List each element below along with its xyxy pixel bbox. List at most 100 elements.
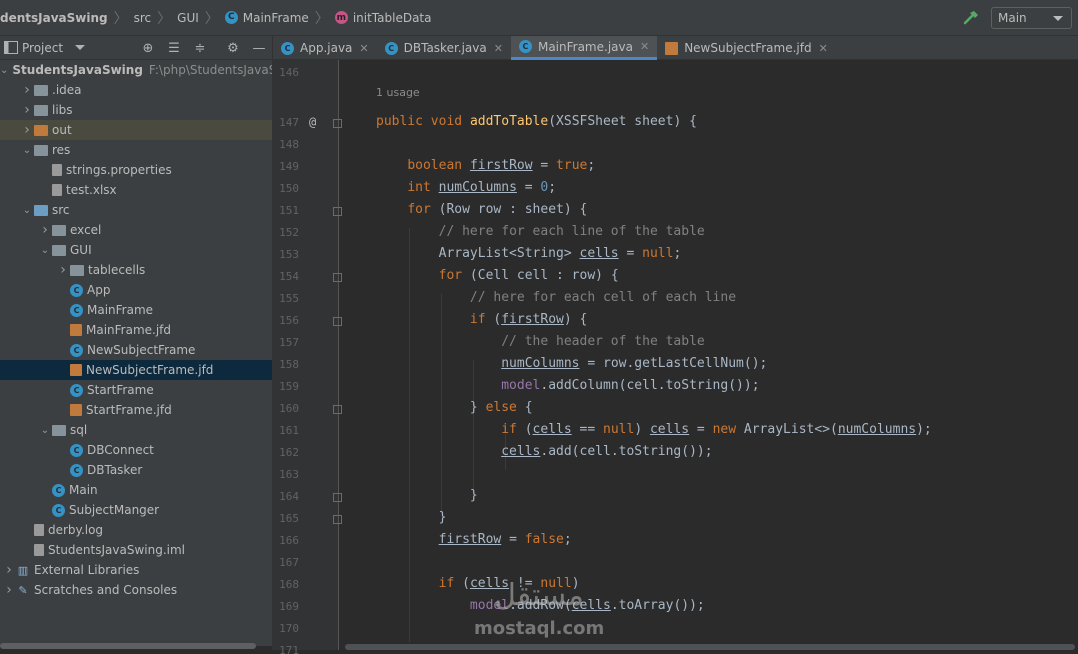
project-tree-scrollbar[interactable]: [0, 643, 256, 649]
tree-item-label: out: [52, 123, 72, 137]
tree-item[interactable]: C Main: [0, 480, 272, 500]
code-line[interactable]: for (Row row : sheet) {: [376, 202, 587, 217]
tree-item[interactable]: › libs: [0, 100, 272, 120]
tree-item[interactable]: MainFrame.jfd: [0, 320, 272, 340]
class-icon: C: [70, 303, 83, 317]
project-tree[interactable]: ⌄ StudentsJavaSwing F:\php\StudentsJavaSwi…: [0, 60, 272, 646]
tree-item[interactable]: › ✎ Scratches and Consoles: [0, 580, 272, 600]
code-line[interactable]: // here for each cell of each line: [376, 290, 736, 305]
chevron-down-icon[interactable]: ⌄: [20, 205, 34, 216]
code-line[interactable]: cells.add(cell.toString());: [376, 444, 712, 459]
code-line[interactable]: } else {: [376, 400, 533, 415]
fold-marker-icon[interactable]: [333, 493, 342, 502]
close-icon[interactable]: ✕: [494, 42, 503, 55]
fold-marker-icon[interactable]: [333, 119, 342, 128]
fold-marker-icon[interactable]: [333, 515, 342, 524]
editor-tab[interactable]: C App.java ✕: [273, 36, 377, 60]
chevron-right-icon[interactable]: ›: [2, 582, 16, 598]
tree-item[interactable]: C MainFrame: [0, 300, 272, 320]
tree-item[interactable]: › tablecells: [0, 260, 272, 280]
fold-marker-icon[interactable]: [333, 317, 342, 326]
tree-item[interactable]: test.xlsx: [0, 180, 272, 200]
tree-item-label: MainFrame: [87, 303, 154, 317]
breadcrumb-mainframe[interactable]: C MainFrame: [224, 0, 309, 36]
tree-item[interactable]: ⌄ StudentsJavaSwing F:\php\StudentsJavaSwi: [0, 60, 272, 80]
tree-item[interactable]: C StartFrame: [0, 380, 272, 400]
code-line[interactable]: int numColumns = 0;: [376, 180, 556, 195]
chevron-right-icon[interactable]: ›: [20, 82, 34, 98]
chevron-down-icon[interactable]: ⌄: [0, 65, 8, 76]
tree-item[interactable]: C SubjectManger: [0, 500, 272, 520]
tree-item[interactable]: ⌄ GUI: [0, 240, 272, 260]
code-line[interactable]: }: [376, 510, 447, 525]
breadcrumb-gui[interactable]: GUI: [177, 0, 199, 36]
code-line[interactable]: if (cells == null) cells = new ArrayList…: [376, 422, 932, 437]
chevron-right-icon[interactable]: ›: [2, 562, 16, 578]
fold-marker-icon[interactable]: [333, 273, 342, 282]
main-class-icon: C: [52, 483, 65, 497]
line-number: 156: [279, 314, 299, 327]
chevron-right-icon[interactable]: ›: [20, 122, 34, 138]
tree-item[interactable]: ⌄ res: [0, 140, 272, 160]
chevron-right-icon[interactable]: ›: [20, 102, 34, 118]
hammer-icon[interactable]: [962, 9, 980, 27]
collapse-all-icon[interactable]: ≑: [192, 40, 208, 56]
usage-hint[interactable]: 1 usage: [376, 86, 420, 99]
code-line[interactable]: numColumns = row.getLastCellNum();: [376, 356, 767, 371]
tree-item[interactable]: StartFrame.jfd: [0, 400, 272, 420]
code-line[interactable]: firstRow = false;: [376, 532, 572, 547]
chevron-down-icon[interactable]: ⌄: [38, 425, 52, 436]
code-line[interactable]: model.addColumn(cell.toString());: [376, 378, 759, 393]
tree-item[interactable]: StudentsJavaSwing.iml: [0, 540, 272, 560]
project-panel-title[interactable]: Project: [22, 41, 63, 55]
line-number: 153: [279, 248, 299, 261]
code-line[interactable]: if (firstRow) {: [376, 312, 587, 327]
breadcrumb-method[interactable]: m initTableData: [334, 0, 431, 36]
tree-item[interactable]: C App: [0, 280, 272, 300]
code-line[interactable]: boolean firstRow = true;: [376, 158, 595, 173]
gear-icon[interactable]: ⚙: [225, 40, 241, 56]
tree-item[interactable]: ⌄ sql: [0, 420, 272, 440]
tree-item[interactable]: ⌄ src: [0, 200, 272, 220]
close-icon[interactable]: ✕: [640, 40, 649, 53]
code-editor[interactable]: [339, 60, 1078, 642]
editor-tab[interactable]: C MainFrame.java ✕: [510, 36, 658, 60]
tree-item[interactable]: C DBConnect: [0, 440, 272, 460]
tree-item[interactable]: C DBTasker: [0, 460, 272, 480]
code-line[interactable]: // here for each line of the table: [376, 224, 705, 239]
close-icon[interactable]: ✕: [359, 42, 368, 55]
tree-item[interactable]: strings.properties: [0, 160, 272, 180]
fold-marker-icon[interactable]: [333, 405, 342, 414]
breadcrumb-project[interactable]: dentsJavaSwing: [0, 0, 108, 36]
tree-item[interactable]: C NewSubjectFrame: [0, 340, 272, 360]
code-line[interactable]: // the header of the table: [376, 334, 705, 349]
tree-item[interactable]: › excel: [0, 220, 272, 240]
locate-icon[interactable]: ⊕: [140, 40, 156, 56]
editor-tab[interactable]: NewSubjectFrame.jfd ✕: [657, 36, 836, 60]
tree-item[interactable]: › ▥ External Libraries: [0, 560, 272, 580]
code-line[interactable]: ArrayList<String> cells = null;: [376, 246, 682, 261]
code-line[interactable]: for (Cell cell : row) {: [376, 268, 619, 283]
tree-item[interactable]: NewSubjectFrame.jfd: [0, 360, 272, 380]
tree-item[interactable]: › .idea: [0, 80, 272, 100]
chevron-down-icon[interactable]: [75, 45, 85, 50]
tree-item-label: DBTasker: [87, 463, 143, 477]
scrollbar-thumb[interactable]: [345, 644, 1075, 650]
code-line[interactable]: }: [376, 488, 478, 503]
tree-item[interactable]: derby.log: [0, 520, 272, 540]
chevron-down-icon[interactable]: ⌄: [20, 145, 34, 156]
editor-horizontal-scrollbar[interactable]: [339, 642, 1078, 652]
override-marker-icon[interactable]: @: [309, 115, 316, 129]
close-icon[interactable]: ✕: [819, 42, 828, 55]
code-line[interactable]: public void addToTable(XSSFSheet sheet) …: [376, 114, 697, 129]
tree-item[interactable]: › out: [0, 120, 272, 140]
chevron-right-icon[interactable]: ›: [56, 262, 70, 278]
fold-marker-icon[interactable]: [333, 207, 342, 216]
breadcrumb-src[interactable]: src: [134, 0, 152, 36]
chevron-right-icon[interactable]: ›: [38, 222, 52, 238]
minimize-icon[interactable]: —: [251, 40, 267, 56]
chevron-down-icon[interactable]: ⌄: [38, 245, 52, 256]
run-configuration-select[interactable]: Main: [991, 7, 1072, 29]
expand-all-icon[interactable]: ☰: [166, 40, 182, 56]
editor-tab[interactable]: C DBTasker.java ✕: [377, 36, 511, 60]
